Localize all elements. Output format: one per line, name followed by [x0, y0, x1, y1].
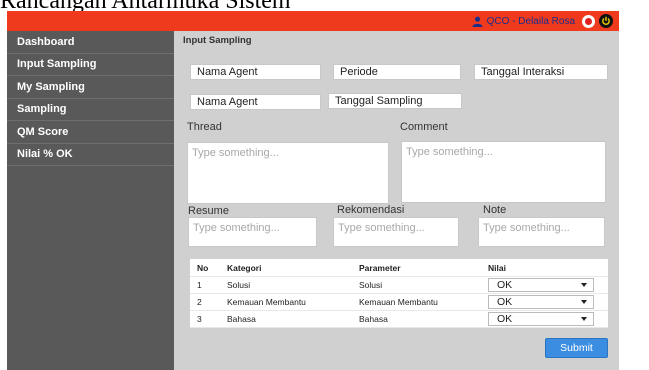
- cell-parameter: Bahasa: [359, 314, 388, 324]
- cell-kategori: Bahasa: [227, 314, 256, 324]
- header-nilai: Nilai: [488, 262, 506, 273]
- nilai-value: OK: [497, 279, 513, 291]
- submit-button[interactable]: Submit: [545, 338, 608, 358]
- periode-field[interactable]: Periode: [333, 64, 461, 80]
- sidebar-item-label: QM Score: [17, 125, 69, 138]
- sidebar-item-label: Nilai % OK: [17, 148, 73, 161]
- note-textarea[interactable]: Type something...: [478, 217, 605, 247]
- table-row: 1 Solusi Solusi OK: [190, 277, 608, 294]
- user-name[interactable]: QCO - Delaila Rosa: [487, 16, 575, 27]
- record-icon[interactable]: [582, 14, 595, 28]
- sidebar-item-sampling[interactable]: Sampling: [7, 99, 174, 121]
- resume-textarea[interactable]: Type something...: [188, 217, 317, 247]
- header-kategori: Kategori: [227, 262, 262, 273]
- main-content: Input Sampling Nama Agent Periode Tangga…: [174, 31, 619, 370]
- sidebar-item-label: Sampling: [17, 103, 67, 116]
- user-area: QCO - Delaila Rosa: [472, 13, 613, 29]
- chevron-down-icon: [581, 317, 587, 321]
- caption-text: Rancangan Antarmuka Sistem: [0, 0, 291, 11]
- rekomendasi-textarea[interactable]: Type something...: [333, 217, 459, 247]
- header-no: No: [197, 262, 209, 273]
- nilai-select[interactable]: OK: [488, 295, 594, 309]
- section-title: Input Sampling: [183, 35, 252, 46]
- resume-label: Resume: [188, 205, 229, 217]
- sidebar-item-label: Dashboard: [17, 35, 75, 48]
- chevron-down-icon: [581, 283, 587, 287]
- cell-no: 2: [197, 297, 202, 307]
- sidebar-item-label: My Sampling: [17, 80, 85, 93]
- page-caption: Rancangan Antarmuka Sistem: [0, 0, 649, 11]
- thread-textarea[interactable]: Type something...: [187, 142, 389, 204]
- table-row: 2 Kemauan Membantu Kemauan Membantu OK: [190, 294, 608, 311]
- table-row: 3 Bahasa Bahasa OK: [190, 311, 608, 328]
- comment-textarea[interactable]: Type something...: [401, 141, 606, 203]
- nilai-select[interactable]: OK: [488, 312, 594, 326]
- sidebar-item-label: Input Sampling: [17, 58, 97, 71]
- cell-parameter: Solusi: [359, 280, 383, 290]
- user-icon: [472, 16, 483, 27]
- nilai-select[interactable]: OK: [488, 278, 594, 292]
- sidebar-item-my-sampling[interactable]: My Sampling: [7, 76, 174, 99]
- sidebar-item-dashboard[interactable]: Dashboard: [7, 31, 174, 54]
- table-header: No Kategori Parameter Nilai: [190, 259, 608, 277]
- comment-label: Comment: [400, 121, 448, 133]
- tanggal-sampling-field[interactable]: Tanggal Sampling: [328, 93, 462, 109]
- chevron-down-icon: [581, 300, 587, 304]
- sidebar-item-input-sampling[interactable]: Input Sampling: [7, 54, 174, 76]
- sidebar-item-nilai-ok[interactable]: Nilai % OK: [7, 144, 174, 166]
- cell-kategori: Solusi: [227, 280, 251, 290]
- cell-no: 3: [197, 314, 202, 324]
- sidebar: Dashboard Input Sampling My Sampling Sam…: [7, 31, 174, 370]
- top-bar: QCO - Delaila Rosa: [7, 11, 619, 31]
- nama-agent-field-2[interactable]: Nama Agent: [190, 94, 321, 110]
- cell-no: 1: [197, 280, 202, 290]
- power-icon[interactable]: [599, 14, 613, 28]
- nama-agent-field[interactable]: Nama Agent: [190, 64, 321, 80]
- nilai-value: OK: [497, 296, 513, 308]
- rekomendasi-label: Rekomendasi: [337, 204, 405, 216]
- sidebar-item-qm-score[interactable]: QM Score: [7, 121, 174, 144]
- cell-kategori: Kemauan Membantu: [227, 297, 306, 307]
- note-label: Note: [483, 204, 507, 216]
- tanggal-interaksi-field[interactable]: Tanggal Interaksi: [474, 64, 608, 80]
- thread-label: Thread: [187, 121, 222, 133]
- sampling-table: No Kategori Parameter Nilai 1 Solusi Sol…: [190, 259, 608, 328]
- header-parameter: Parameter: [359, 262, 401, 273]
- cell-parameter: Kemauan Membantu: [359, 297, 438, 307]
- nilai-value: OK: [497, 313, 513, 325]
